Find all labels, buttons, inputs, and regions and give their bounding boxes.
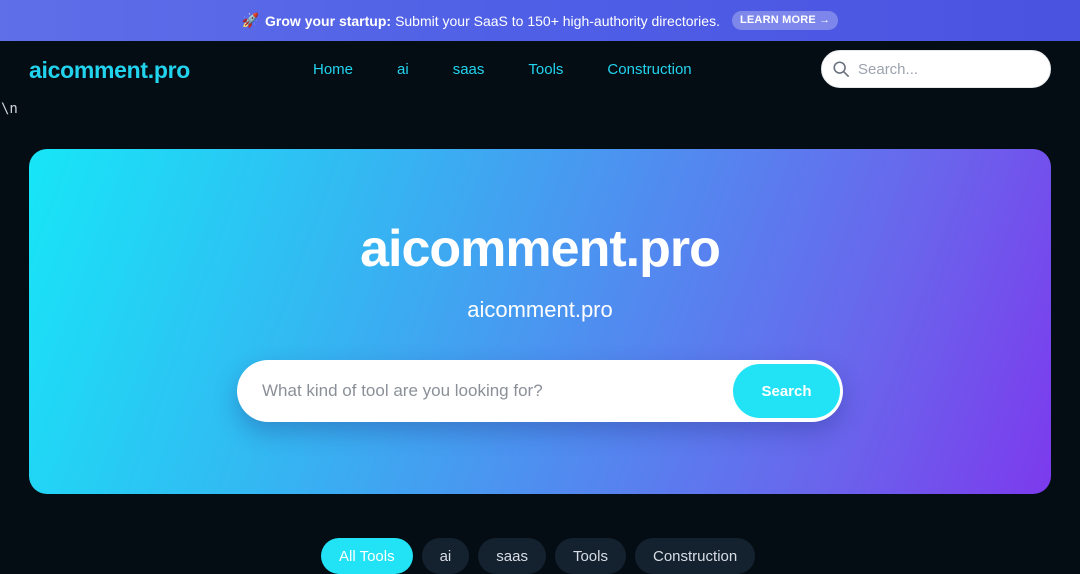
top-navbar: aicomment.pro Home ai saas Tools Constru… bbox=[0, 41, 1080, 99]
filter-chip-all-tools[interactable]: All Tools bbox=[321, 538, 413, 574]
learn-more-button[interactable]: LEARN MORE → bbox=[731, 11, 839, 30]
stray-text: \n bbox=[1, 101, 18, 117]
header-search-input[interactable] bbox=[858, 60, 1028, 78]
site-logo[interactable]: aicomment.pro bbox=[29, 57, 190, 84]
hero-subtitle: aicomment.pro bbox=[467, 297, 613, 322]
promo-headline: Grow your startup: bbox=[265, 12, 392, 29]
category-filters: All Tools ai saas Tools Construction bbox=[321, 538, 764, 574]
filter-chip-ai[interactable]: ai bbox=[421, 538, 470, 574]
hero-search-button[interactable]: Search bbox=[733, 364, 840, 418]
nav-link-tools[interactable]: Tools bbox=[528, 61, 563, 78]
rocket-icon: 🚀 bbox=[241, 12, 260, 28]
hero-title: aicomment.pro bbox=[360, 220, 721, 278]
hero-banner: aicomment.pro aicomment.pro Search bbox=[29, 149, 1051, 494]
hero-search-input[interactable] bbox=[262, 360, 722, 422]
nav-link-home[interactable]: Home bbox=[313, 61, 353, 78]
filter-chip-tools[interactable]: Tools bbox=[554, 538, 626, 574]
promo-text: Submit your SaaS to 150+ high-authority … bbox=[395, 12, 720, 29]
search-icon bbox=[833, 61, 850, 78]
main-nav: Home ai saas Tools Construction bbox=[313, 61, 736, 78]
promo-banner: 🚀 Grow your startup: Submit your SaaS to… bbox=[0, 0, 1080, 41]
hero-search-bar: Search bbox=[237, 360, 843, 422]
nav-link-construction[interactable]: Construction bbox=[607, 61, 691, 78]
filter-chip-construction[interactable]: Construction bbox=[635, 538, 756, 574]
header-search bbox=[821, 50, 1051, 88]
filter-chip-saas[interactable]: saas bbox=[478, 538, 546, 574]
nav-link-ai[interactable]: ai bbox=[397, 61, 409, 78]
nav-link-saas[interactable]: saas bbox=[453, 61, 485, 78]
